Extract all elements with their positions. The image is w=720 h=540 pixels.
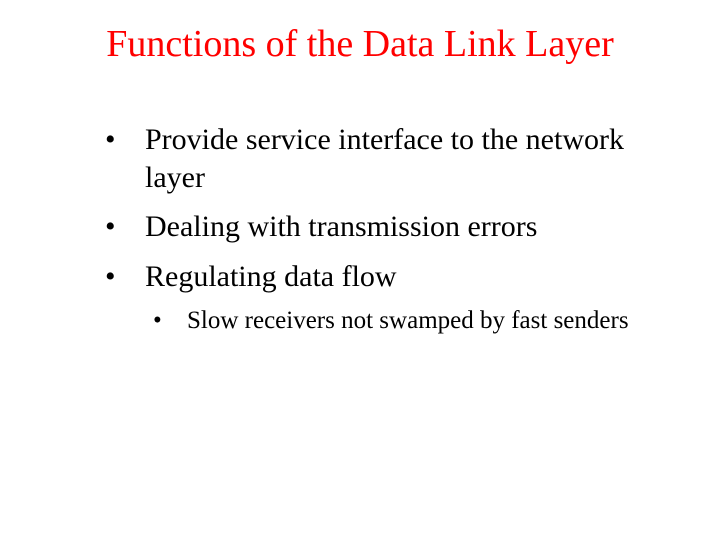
sub-list-item: Slow receivers not swamped by fast sende… [145,305,640,336]
list-item: Dealing with transmission errors [105,208,640,246]
list-item-text: Dealing with transmission errors [145,210,537,243]
slide-content: Provide service interface to the network… [50,121,670,336]
sub-list-item-text: Slow receivers not swamped by fast sende… [187,307,629,334]
slide-title: Functions of the Data Link Layer [50,22,670,66]
list-item-text: Regulating data flow [145,260,397,293]
list-item: Regulating data flow Slow receivers not … [105,258,640,337]
list-item: Provide service interface to the network… [105,121,640,196]
bullet-list: Provide service interface to the network… [105,121,640,336]
list-item-text: Provide service interface to the network… [145,123,624,194]
sub-bullet-list: Slow receivers not swamped by fast sende… [145,305,640,336]
